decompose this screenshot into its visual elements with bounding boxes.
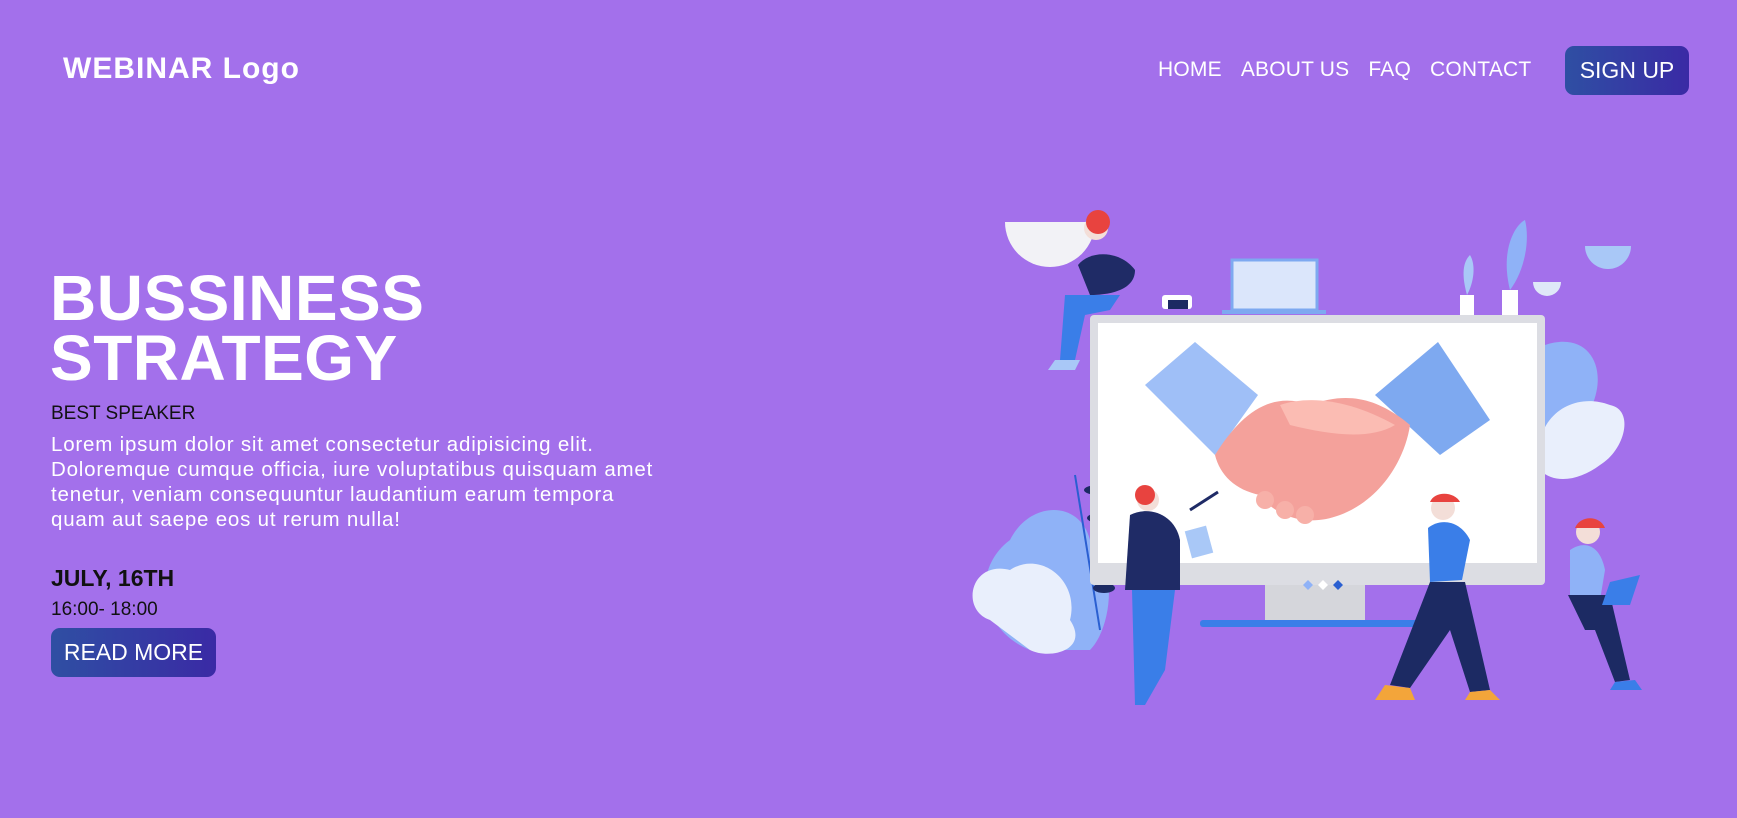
hero-title-line-1: BUSSINESS: [50, 262, 425, 334]
decor-bowl-right: [1585, 246, 1631, 269]
hero-description: Lorem ipsum dolor sit amet consectetur a…: [51, 433, 654, 531]
shirt: [1078, 254, 1135, 295]
sign-up-button[interactable]: SIGN UP: [1565, 46, 1689, 95]
monitor-stand: [1265, 585, 1365, 620]
event-date: JULY, 16TH: [51, 565, 175, 591]
main-nav: HOME ABOUT US FAQ CONTACT: [1158, 58, 1531, 82]
monitor-base: [1200, 620, 1430, 627]
decor-bowl-small: [1533, 282, 1561, 296]
speaker-label: BEST SPEAKER: [51, 403, 196, 424]
site-logo[interactable]: WEBINAR Logo: [63, 52, 300, 86]
hero-title: BUSSINESS STRATEGY: [50, 262, 425, 394]
nav-faq[interactable]: FAQ: [1368, 58, 1411, 82]
laptop-screen: [1230, 258, 1319, 312]
landing-page: WEBINAR Logo HOME ABOUT US FAQ CONTACT S…: [0, 0, 1737, 818]
event-time: 16:00- 18:00: [51, 599, 158, 620]
decor-bowl-left: [1005, 222, 1095, 267]
hair: [1086, 210, 1110, 234]
nav-contact[interactable]: CONTACT: [1430, 58, 1531, 82]
read-more-button[interactable]: READ MORE: [51, 628, 216, 677]
hero-title-line-2: STRATEGY: [50, 322, 398, 394]
nav-about-us[interactable]: ABOUT US: [1241, 58, 1350, 82]
nav-home[interactable]: HOME: [1158, 58, 1222, 82]
business-handshake-illustration: [972, 210, 1642, 705]
